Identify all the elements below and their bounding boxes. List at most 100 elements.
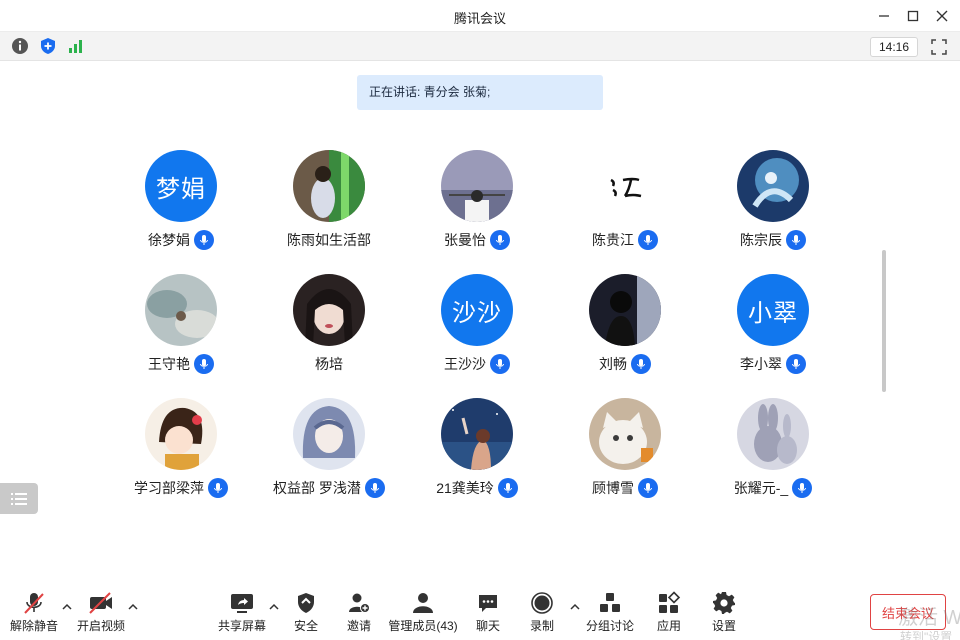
meeting-clock: 14:16: [870, 37, 918, 57]
participant-tile[interactable]: 21龚美玲: [403, 398, 551, 508]
participant-tile[interactable]: 杨培: [255, 274, 403, 384]
maximize-icon: [907, 10, 919, 22]
participant-tile[interactable]: 陈雨如生活部: [255, 150, 403, 260]
avatar: [441, 398, 513, 470]
start-video-button[interactable]: 开启视频: [76, 590, 126, 634]
avatar-photo: [145, 398, 217, 470]
avatar: 沙沙: [441, 274, 513, 346]
microphone-icon: [497, 478, 518, 498]
microphone-icon: [194, 230, 214, 250]
settings-button[interactable]: 设置: [706, 590, 742, 634]
chevron-up-icon[interactable]: [127, 602, 139, 612]
avatar: [441, 150, 513, 222]
microphone-icon: [786, 230, 806, 250]
share-screen-icon: [231, 594, 253, 613]
avatar: [293, 398, 365, 470]
list-icon: [11, 492, 27, 505]
participant-tile[interactable]: 张耀元-_: [699, 398, 847, 508]
avatar: [293, 274, 365, 346]
apps-icon: [659, 591, 681, 613]
maximize-button[interactable]: [900, 4, 926, 28]
participant-name: 李小翠: [740, 356, 782, 372]
participant-name: 陈雨如生活部: [287, 232, 371, 248]
microphone-icon: [490, 354, 510, 374]
microphone-icon: [786, 354, 806, 374]
participant-tile[interactable]: 陈宗辰: [699, 150, 847, 260]
shield-icon[interactable]: [39, 37, 57, 55]
avatar: [589, 150, 661, 222]
title-bar: 腾讯会议: [0, 0, 960, 32]
avatar-photo: [589, 150, 661, 222]
microphone-icon: [490, 230, 510, 250]
member-list-toggle[interactable]: [0, 483, 38, 514]
settings-label: 设置: [711, 619, 736, 633]
microphone-icon: [208, 478, 228, 498]
participant-tile[interactable]: 沙沙 王沙沙: [403, 274, 551, 384]
participant-tile[interactable]: 梦娟 徐梦娟: [107, 150, 255, 260]
breakout-rooms-button[interactable]: 分组讨论: [586, 590, 634, 634]
camera-off-icon: [89, 592, 112, 614]
participant-name: 王沙沙: [444, 356, 486, 372]
chevron-up-icon[interactable]: [268, 602, 280, 612]
participant-tile[interactable]: 权益部 罗浅潜: [255, 398, 403, 508]
participant-name: 徐梦娟: [148, 232, 190, 248]
chat-icon: [479, 595, 497, 612]
participant-tile[interactable]: 陈贵江: [551, 150, 699, 260]
breakout-icon: [600, 593, 620, 612]
avatar-photo: [145, 274, 217, 346]
security-button[interactable]: 安全: [288, 590, 324, 634]
participant-tile[interactable]: 刘畅: [551, 274, 699, 384]
end-meeting-button[interactable]: 结束会议: [870, 594, 946, 630]
avatar-photo: [441, 150, 513, 222]
participant-tile[interactable]: 顾博雪: [551, 398, 699, 508]
participant-name: 陈宗辰: [740, 232, 782, 248]
manage-members-button[interactable]: 管理成员(43): [388, 590, 458, 634]
participant-tile[interactable]: 学习部梁萍: [107, 398, 255, 508]
participant-name: 王守艳: [148, 356, 190, 372]
chat-button[interactable]: 聊天: [470, 590, 506, 634]
participant-name: 陈贵江: [592, 232, 634, 248]
microphone-icon: [364, 478, 385, 498]
avatar-photo: [737, 150, 809, 222]
participant-tile[interactable]: 王守艳: [107, 274, 255, 384]
manage-members-label: 管理成员(43): [388, 619, 458, 633]
info-icon[interactable]: [11, 37, 29, 55]
fullscreen-icon[interactable]: [930, 38, 948, 56]
chevron-up-icon[interactable]: [569, 602, 581, 612]
participant-tile[interactable]: 小翠 李小翠: [699, 274, 847, 384]
avatar: 梦娟: [145, 150, 217, 222]
unmute-button[interactable]: 解除静音: [10, 590, 58, 634]
chat-label: 聊天: [475, 619, 500, 633]
window-title: 腾讯会议: [453, 11, 506, 26]
avatar: [145, 398, 217, 470]
participant-name: 学习部梁萍: [134, 480, 204, 496]
start-video-label: 开启视频: [76, 619, 125, 633]
chevron-up-icon[interactable]: [61, 602, 73, 612]
participant-name: 张曼怡: [444, 232, 486, 248]
minimize-icon: [879, 15, 889, 17]
security-label: 安全: [293, 619, 318, 633]
avatar-photo: [441, 398, 513, 470]
avatar: 小翠: [737, 274, 809, 346]
apps-button[interactable]: 应用: [651, 590, 687, 634]
participant-name: 张耀元-_: [733, 480, 789, 496]
invite-button[interactable]: 邀请: [341, 590, 377, 634]
share-screen-button[interactable]: 共享屏幕: [218, 590, 266, 634]
record-icon: [531, 592, 553, 614]
participant-tile[interactable]: 张曼怡: [403, 150, 551, 260]
avatar-photo: [293, 150, 365, 222]
close-button[interactable]: [929, 4, 955, 28]
participant-name: 权益部 罗浅潜: [273, 480, 361, 496]
record-button[interactable]: 录制: [524, 590, 560, 634]
avatar-photo: [589, 398, 661, 470]
avatar: [737, 398, 809, 470]
avatar: [737, 150, 809, 222]
grid-scrollbar[interactable]: [882, 250, 886, 392]
breakout-label: 分组讨论: [586, 619, 635, 633]
microphone-icon: [792, 478, 813, 498]
minimize-button[interactable]: [871, 4, 897, 28]
unmute-label: 解除静音: [10, 619, 59, 633]
add-user-icon: [349, 593, 370, 613]
gear-icon: [713, 592, 735, 614]
signal-icon[interactable]: [67, 37, 85, 55]
